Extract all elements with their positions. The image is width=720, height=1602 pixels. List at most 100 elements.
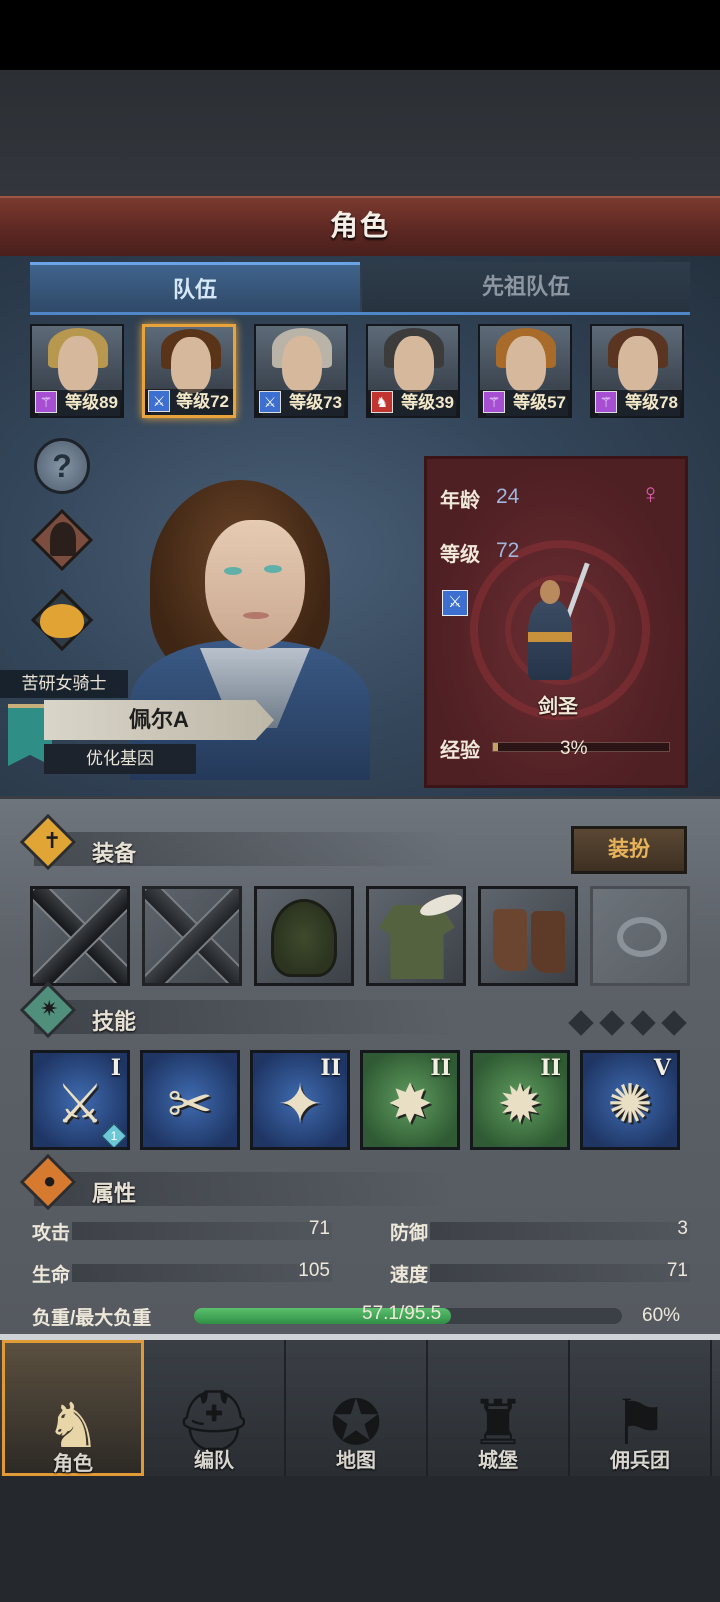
equip-slot-weapon-1[interactable] — [30, 886, 130, 986]
weight-label: 负重/最大负重 — [32, 1308, 152, 1329]
help-button[interactable]: ? — [34, 438, 90, 494]
nav-label: 角色 — [53, 1453, 93, 1475]
ring-icon — [617, 917, 667, 957]
hp-value: 105 — [298, 1260, 330, 1281]
nav-helmet[interactable]: ⛑ 编队 — [144, 1340, 286, 1476]
hero-portrait — [205, 520, 305, 650]
stat-hp: 生命 105 — [32, 1260, 332, 1286]
exp-bar-fill — [493, 743, 498, 751]
bottom-margin — [0, 1476, 720, 1602]
skill-slot-3[interactable]: ✦ II — [250, 1050, 350, 1150]
portrait-face — [171, 337, 211, 393]
portrait-face — [506, 336, 546, 392]
equip-slot-ring[interactable] — [590, 886, 690, 986]
hood-icon — [271, 899, 337, 977]
potion-icon — [40, 604, 84, 638]
skill-slot-5[interactable]: ✹ II — [470, 1050, 570, 1150]
staff-icon: ⚚ — [483, 391, 505, 413]
skill-rank: V — [653, 1055, 671, 1081]
skills-header: ✷ 技能 — [19, 981, 454, 1039]
level-label: 等级 — [440, 544, 480, 566]
portrait-face — [394, 336, 434, 392]
party-member-3[interactable]: 等级73 ⚔ — [254, 324, 348, 418]
page-title: 角色 — [0, 196, 720, 258]
skill-slot-1[interactable]: ⚔ I 1 — [30, 1050, 130, 1150]
character-name[interactable]: 佩尔A — [44, 700, 274, 740]
bust-icon — [50, 522, 76, 556]
level-value: 72 — [496, 539, 520, 562]
party-member-6[interactable]: 等级78 ⚚ — [590, 324, 684, 418]
tab-ancestor-party[interactable]: 先祖队伍 — [362, 262, 690, 312]
nav-label: 城堡 — [478, 1450, 518, 1472]
skill-rank: II — [320, 1055, 341, 1081]
stat-attack: 攻击 71 — [32, 1218, 332, 1244]
background-upper — [0, 70, 720, 196]
skill-icon: ⚔ — [55, 1074, 105, 1135]
equipment-title: 装备 — [92, 841, 137, 866]
equip-slot-weapon-2[interactable] — [142, 886, 242, 986]
status-bar — [0, 0, 720, 70]
portrait-face — [282, 336, 322, 392]
equip-slot-armor[interactable] — [366, 886, 466, 986]
age-value: 24 — [496, 485, 520, 508]
class-figure-head — [540, 580, 560, 604]
skill-slot-2[interactable]: ✂ — [140, 1050, 240, 1150]
skill-icon: ✺ — [607, 1074, 653, 1135]
equip-slot-hood[interactable] — [254, 886, 354, 986]
speed-label: 速度 — [390, 1265, 429, 1286]
stat-defense: 防御 3 — [390, 1218, 690, 1244]
age-label: 年龄 — [440, 490, 480, 512]
weight-value: 57.1/95.5 — [362, 1303, 442, 1324]
portrait-face — [618, 336, 658, 392]
skill-rank: II — [430, 1055, 451, 1081]
equipment-header: ✝ 装备 — [19, 813, 454, 871]
nav-label: 编队 — [194, 1450, 234, 1472]
nav-knight[interactable]: ♞ 角色 — [2, 1340, 144, 1476]
hp-label: 生命 — [32, 1265, 71, 1286]
staff-icon: ⚚ — [595, 391, 617, 413]
exp-label: 经验 — [440, 740, 480, 762]
nav-castle[interactable]: ♜ 城堡 — [428, 1340, 570, 1476]
person-glyph: ● — [43, 1168, 57, 1193]
sword-icon: ⚔ — [259, 391, 281, 413]
skill-rank: I — [110, 1055, 121, 1081]
staff-icon: ⚚ — [35, 391, 57, 413]
exp-value: 3% — [560, 738, 588, 759]
boot-right — [531, 911, 565, 973]
defense-label: 防御 — [390, 1223, 429, 1244]
skill-icon: ✸ — [387, 1074, 433, 1135]
party-member-2[interactable]: 等级72 ⚔ — [142, 324, 236, 418]
hero-lips — [243, 612, 269, 619]
skill-level-badge: 1 — [101, 1123, 127, 1147]
skill-slot-6[interactable]: ✺ V — [580, 1050, 680, 1150]
skill-slot-4[interactable]: ✸ II — [360, 1050, 460, 1150]
nav-label: 地图 — [336, 1450, 376, 1472]
cross-glyph: ✝ — [43, 828, 62, 853]
equip-slot-boots[interactable] — [478, 886, 578, 986]
dress-up-button[interactable]: 装扮 — [571, 826, 687, 874]
attributes-title: 属性 — [92, 1181, 137, 1206]
gene-label: 优化基因 — [44, 744, 196, 774]
nav-compass[interactable]: ✪ 地图 — [286, 1340, 428, 1476]
beast-icon: ♞ — [371, 391, 393, 413]
class-name: 剑圣 — [538, 696, 578, 718]
tab-bar: 队伍 先祖队伍 — [30, 262, 690, 315]
weight-percent: 60% — [642, 1305, 681, 1326]
tunic-icon — [379, 905, 455, 979]
skill-rank: II — [540, 1055, 561, 1081]
tab-party[interactable]: 队伍 — [30, 262, 360, 315]
stat-speed: 速度 71 — [390, 1260, 690, 1286]
sword-icon: ⚔ — [148, 390, 170, 412]
party-member-4[interactable]: 等级39 ♞ — [366, 324, 460, 418]
attributes-header: ● 属性 — [19, 1153, 454, 1211]
class-figure-belt — [528, 632, 572, 642]
boots-icon — [493, 909, 527, 971]
nav-label: 佣兵团 — [610, 1450, 670, 1472]
party-member-5[interactable]: 等级57 ⚚ — [478, 324, 572, 418]
skill-icon: ✂ — [167, 1074, 213, 1135]
attack-label: 攻击 — [32, 1223, 71, 1244]
nav-banner[interactable]: ⚑ 佣兵团 — [570, 1340, 712, 1476]
party-member-1[interactable]: 等级89 ⚚ — [30, 324, 124, 418]
hero-eye-right — [264, 565, 282, 573]
skills-title: 技能 — [92, 1009, 137, 1034]
